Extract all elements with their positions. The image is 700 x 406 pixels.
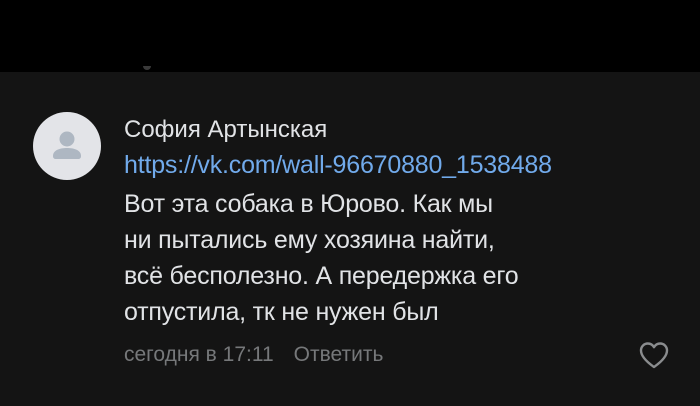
comment-link[interactable]: https://vk.com/wall-96670880_1538488 <box>124 150 552 180</box>
comment-meta: сегодня в 17:11 Ответить <box>124 341 383 369</box>
like-button[interactable] <box>638 340 670 370</box>
comment-timestamp: сегодня в 17:11 <box>124 343 274 366</box>
comment-text-line: отпустила, тк не нужен был <box>124 298 439 326</box>
reply-button[interactable]: Ответить <box>294 343 384 366</box>
comment-item: София Артынская https://vk.com/wall-9667… <box>0 72 700 406</box>
comment-author-name[interactable]: София Артынская <box>124 116 327 144</box>
comment-text-line: Вот эта собака в Юрово. Как мы <box>124 190 493 218</box>
heart-outline-icon <box>639 342 669 369</box>
user-placeholder-icon <box>53 131 81 159</box>
previous-content-fragment <box>143 66 151 70</box>
previous-content-area <box>0 0 700 72</box>
comment-text-line: ни пытались ему хозяина найти, <box>124 226 495 254</box>
avatar[interactable] <box>33 112 101 180</box>
comment-text: Вот эта собака в Юрово. Как мы ни пытали… <box>124 186 644 330</box>
comment-text-line: всё бесполезно. А передержка его <box>124 262 519 290</box>
